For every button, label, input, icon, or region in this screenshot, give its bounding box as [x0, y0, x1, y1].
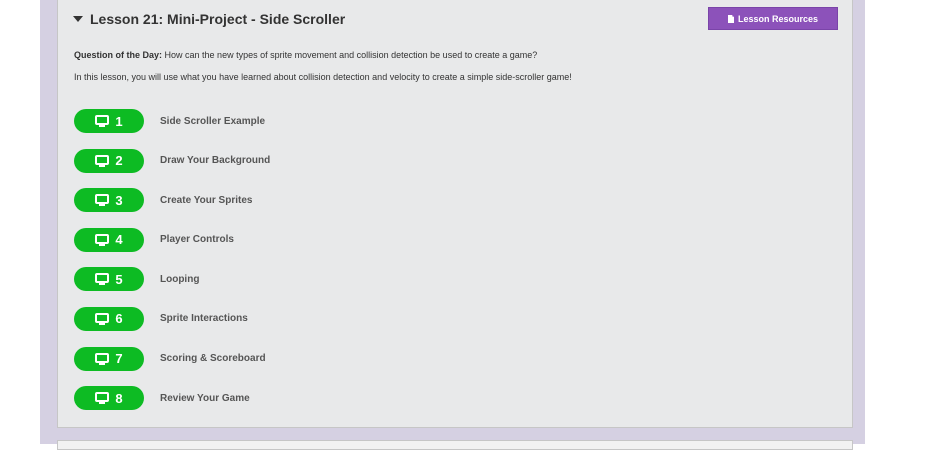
monitor-icon — [95, 352, 110, 365]
level-number: 6 — [115, 311, 123, 327]
level-row: 5 Looping — [74, 267, 270, 292]
level-number: 8 — [115, 390, 123, 406]
level-label[interactable]: Looping — [160, 274, 199, 285]
monitor-icon — [95, 392, 110, 405]
level-list: 1 Side Scroller Example 2 Draw Your Back… — [74, 109, 270, 426]
level-label[interactable]: Draw Your Background — [160, 155, 270, 166]
monitor-icon — [95, 233, 110, 246]
monitor-icon — [95, 194, 110, 207]
level-button[interactable]: 2 — [74, 148, 144, 173]
level-number: 4 — [115, 232, 123, 248]
lesson-card: Lesson 21: Mini-Project - Side Scroller … — [57, 0, 853, 428]
document-icon — [727, 14, 734, 23]
level-button[interactable]: 4 — [74, 227, 144, 252]
monitor-icon — [95, 115, 110, 127]
qotd-label: Question of the Day: — [74, 50, 163, 60]
level-label[interactable]: Player Controls — [160, 234, 234, 245]
level-button[interactable]: 6 — [74, 306, 144, 331]
level-row: 2 Draw Your Background — [74, 148, 270, 173]
level-number: 7 — [115, 351, 123, 367]
level-row: 6 Sprite Interactions — [74, 306, 270, 331]
qotd-text: How can the new types of sprite movement… — [164, 50, 538, 60]
level-button[interactable]: 3 — [74, 188, 144, 213]
level-number: 1 — [115, 113, 123, 129]
lesson-title: Lesson 21: Mini-Project - Side Scroller — [90, 11, 346, 27]
lesson-intro: In this lesson, you will use what you ha… — [74, 72, 572, 82]
level-label[interactable]: Scoring & Scoreboard — [160, 353, 266, 364]
lesson-resources-label: Lesson Resources — [737, 13, 819, 24]
question-of-the-day: Question of the Day: How can the new typ… — [74, 50, 537, 60]
lesson-resources-button[interactable]: Lesson Resources — [708, 7, 838, 30]
level-label[interactable]: Review Your Game — [160, 393, 250, 404]
next-lesson-card — [57, 440, 853, 450]
level-row: 4 Player Controls — [74, 227, 270, 252]
level-row: 8 Review Your Game — [74, 386, 270, 411]
page-background: Lesson 21: Mini-Project - Side Scroller … — [40, 0, 865, 450]
level-button[interactable]: 5 — [74, 267, 144, 292]
level-number: 2 — [115, 153, 123, 169]
monitor-icon — [95, 154, 110, 167]
caret-down-icon[interactable] — [73, 16, 83, 22]
level-number: 5 — [115, 271, 123, 287]
monitor-icon — [95, 273, 110, 286]
level-button[interactable]: 8 — [74, 386, 144, 411]
monitor-icon — [95, 312, 110, 325]
level-label[interactable]: Create Your Sprites — [160, 195, 252, 206]
level-row: 1 Side Scroller Example — [74, 109, 270, 133]
level-number: 3 — [115, 192, 123, 208]
level-label[interactable]: Side Scroller Example — [160, 116, 265, 127]
level-label[interactable]: Sprite Interactions — [160, 313, 248, 324]
level-button[interactable]: 1 — [74, 109, 144, 133]
level-row: 7 Scoring & Scoreboard — [74, 346, 270, 371]
level-button[interactable]: 7 — [74, 346, 144, 371]
level-row: 3 Create Your Sprites — [74, 188, 270, 213]
lesson-header[interactable]: Lesson 21: Mini-Project - Side Scroller — [73, 11, 345, 27]
